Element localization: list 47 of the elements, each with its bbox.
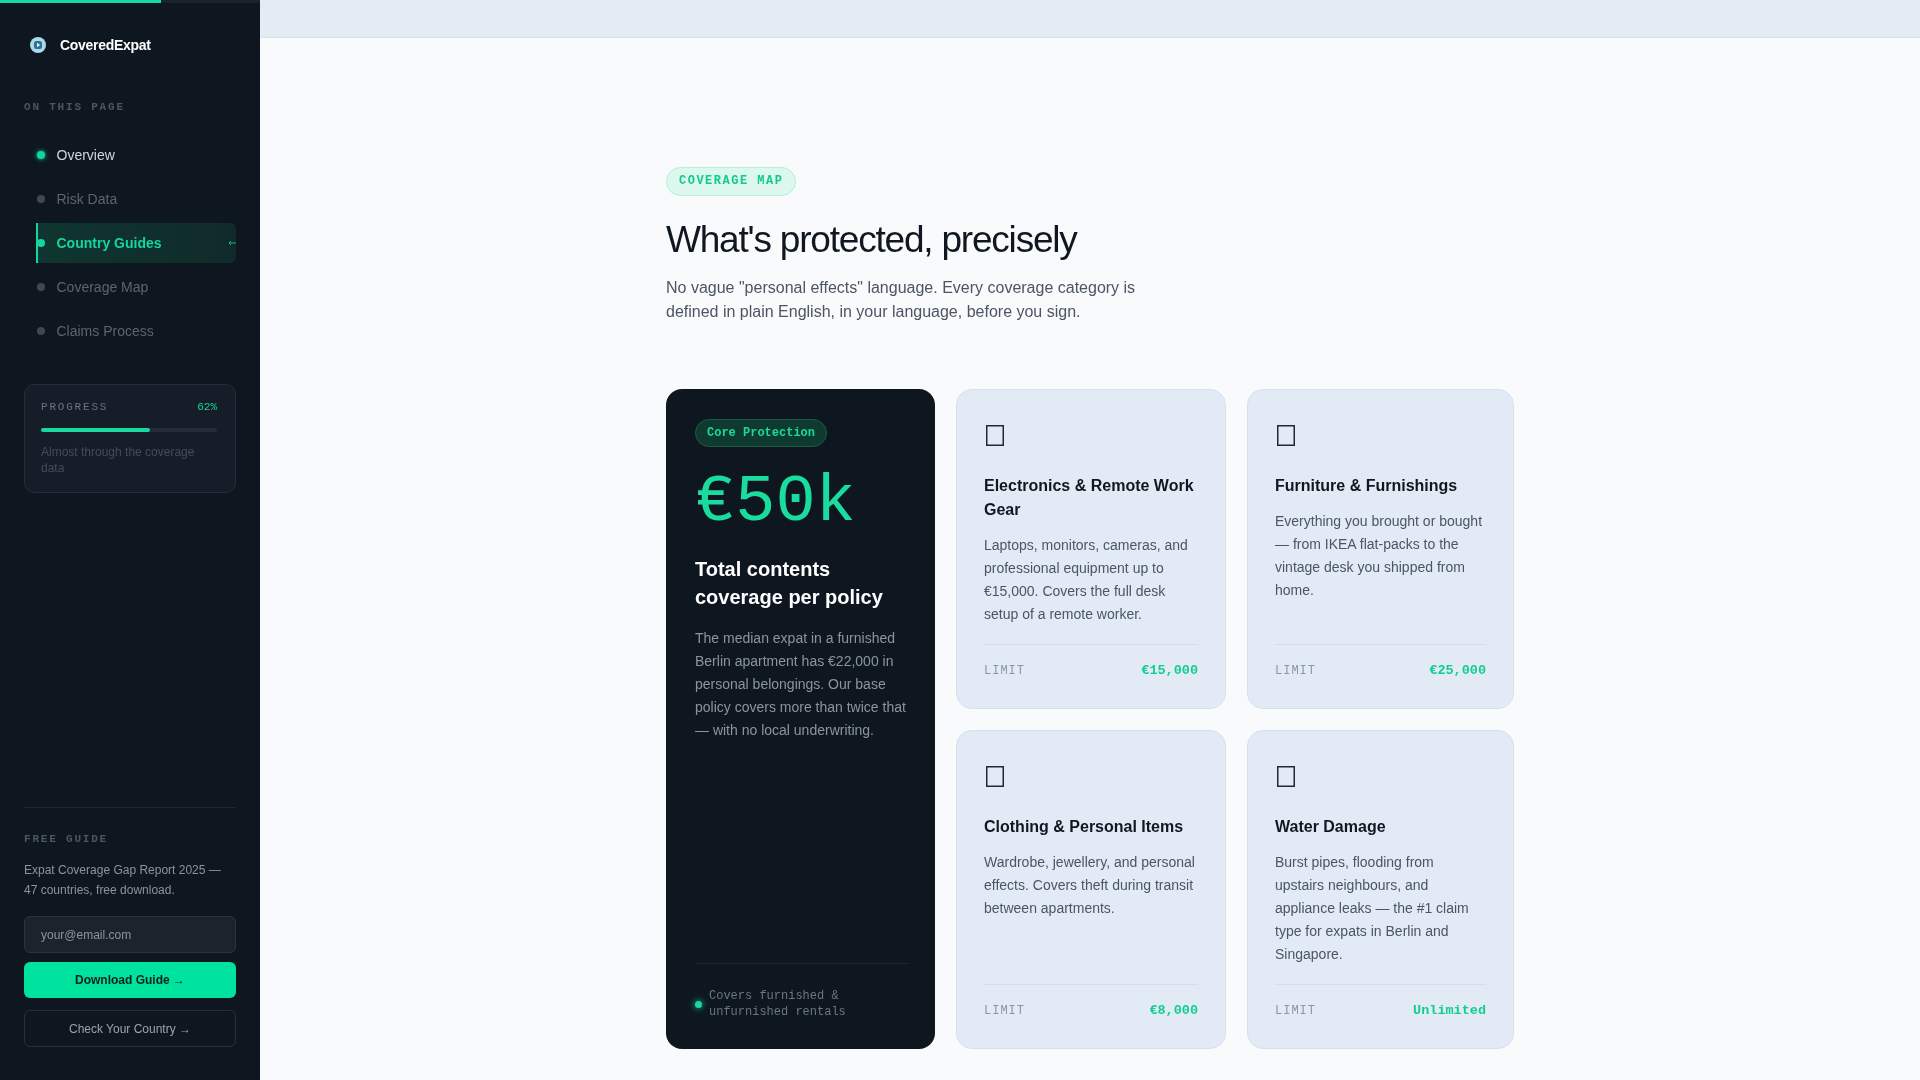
card-description: Burst pipes, flooding from upstairs neighbours, and appliance leaks — the #1 claim type for expats in Berlin and Singapore.: [1275, 853, 1470, 964]
nav-heading: ON THIS PAGE: [24, 100, 126, 114]
limit-label: LIMIT: [984, 1003, 1025, 1020]
missing-glyph-icon: [986, 766, 1004, 787]
section-tag: COVERAGE MAP: [666, 167, 797, 196]
free-guide-text: Expat Coverage Gap Report 2025 — 47 countries, free download.: [24, 862, 222, 899]
limit-label: LIMIT: [1275, 663, 1316, 680]
nav-item[interactable]: Country Guides: [36, 223, 236, 263]
progress-label: PROGRESS: [41, 400, 109, 414]
coverage-amount: €50k: [695, 469, 856, 535]
card-footnote: Covers furnished & unfurnished rentals: [709, 988, 847, 1020]
email-field[interactable]: your@email.com: [24, 916, 236, 953]
limit-value: €15,000: [1141, 662, 1198, 680]
card-description: Laptops, monitors, cameras, and professional equipment up to €15,000. Covers the full desk setup of a remote worker.: [984, 536, 1189, 624]
bullet-dot-icon: [36, 151, 45, 159]
nav-item[interactable]: Overview: [36, 135, 236, 175]
card-title: Clothing & Personal Items: [984, 817, 1185, 837]
card-title: Electronics & Remote Work Gear: [984, 476, 1195, 520]
status-dot-icon: [695, 1000, 702, 1008]
arrow-icon: [228, 240, 236, 246]
missing-glyph-icon: [986, 425, 1004, 446]
logo-icon[interactable]: [30, 37, 46, 53]
limit-value: €8,000: [1149, 1002, 1198, 1020]
check-country-button[interactable]: Check Your Country →: [24, 1010, 236, 1047]
section-title: What's protected, precisely: [666, 218, 1077, 262]
card-description: The median expat in a furnished Berlin apartment has €22,000 in personal belongings. Our base policy covers more than twice that — with no local underwriting.: [695, 629, 907, 740]
card-title: Furniture & Furnishings: [1275, 476, 1459, 496]
card-description: Everything you brought or bought — from IKEA flat-packs to the vintage desk you shipped from home.: [1275, 512, 1484, 600]
brand-name[interactable]: CoveredExpat: [60, 37, 151, 53]
card-title: Water Damage: [1275, 817, 1387, 837]
bullet-dot-icon: [36, 283, 45, 291]
progress-value: 62%: [197, 400, 217, 414]
limit-label: LIMIT: [984, 663, 1025, 680]
missing-glyph-icon: [1277, 425, 1295, 446]
limit-label: LIMIT: [1275, 1003, 1316, 1020]
card-badge: Core Protection: [695, 419, 828, 447]
bullet-dot-icon: [36, 239, 45, 247]
download-guide-button[interactable]: Download Guide →: [24, 962, 236, 998]
card-description: Wardrobe, jewellery, and personal effects. Covers theft during transit between apartments.: [984, 853, 1196, 918]
limit-value: €25,000: [1429, 662, 1486, 680]
limit-value: Unlimited: [1413, 1002, 1486, 1020]
bullet-dot-icon: [36, 195, 45, 203]
section-intro: No vague "personal effects" language. Every coverage category is defined in plain English, in your language, before you sign.: [666, 278, 1137, 322]
bullet-dot-icon: [36, 327, 45, 335]
free-guide-heading: FREE GUIDE: [24, 832, 109, 846]
missing-glyph-icon: [1277, 766, 1295, 787]
card-title: Total contents coverage per policy: [695, 557, 884, 610]
